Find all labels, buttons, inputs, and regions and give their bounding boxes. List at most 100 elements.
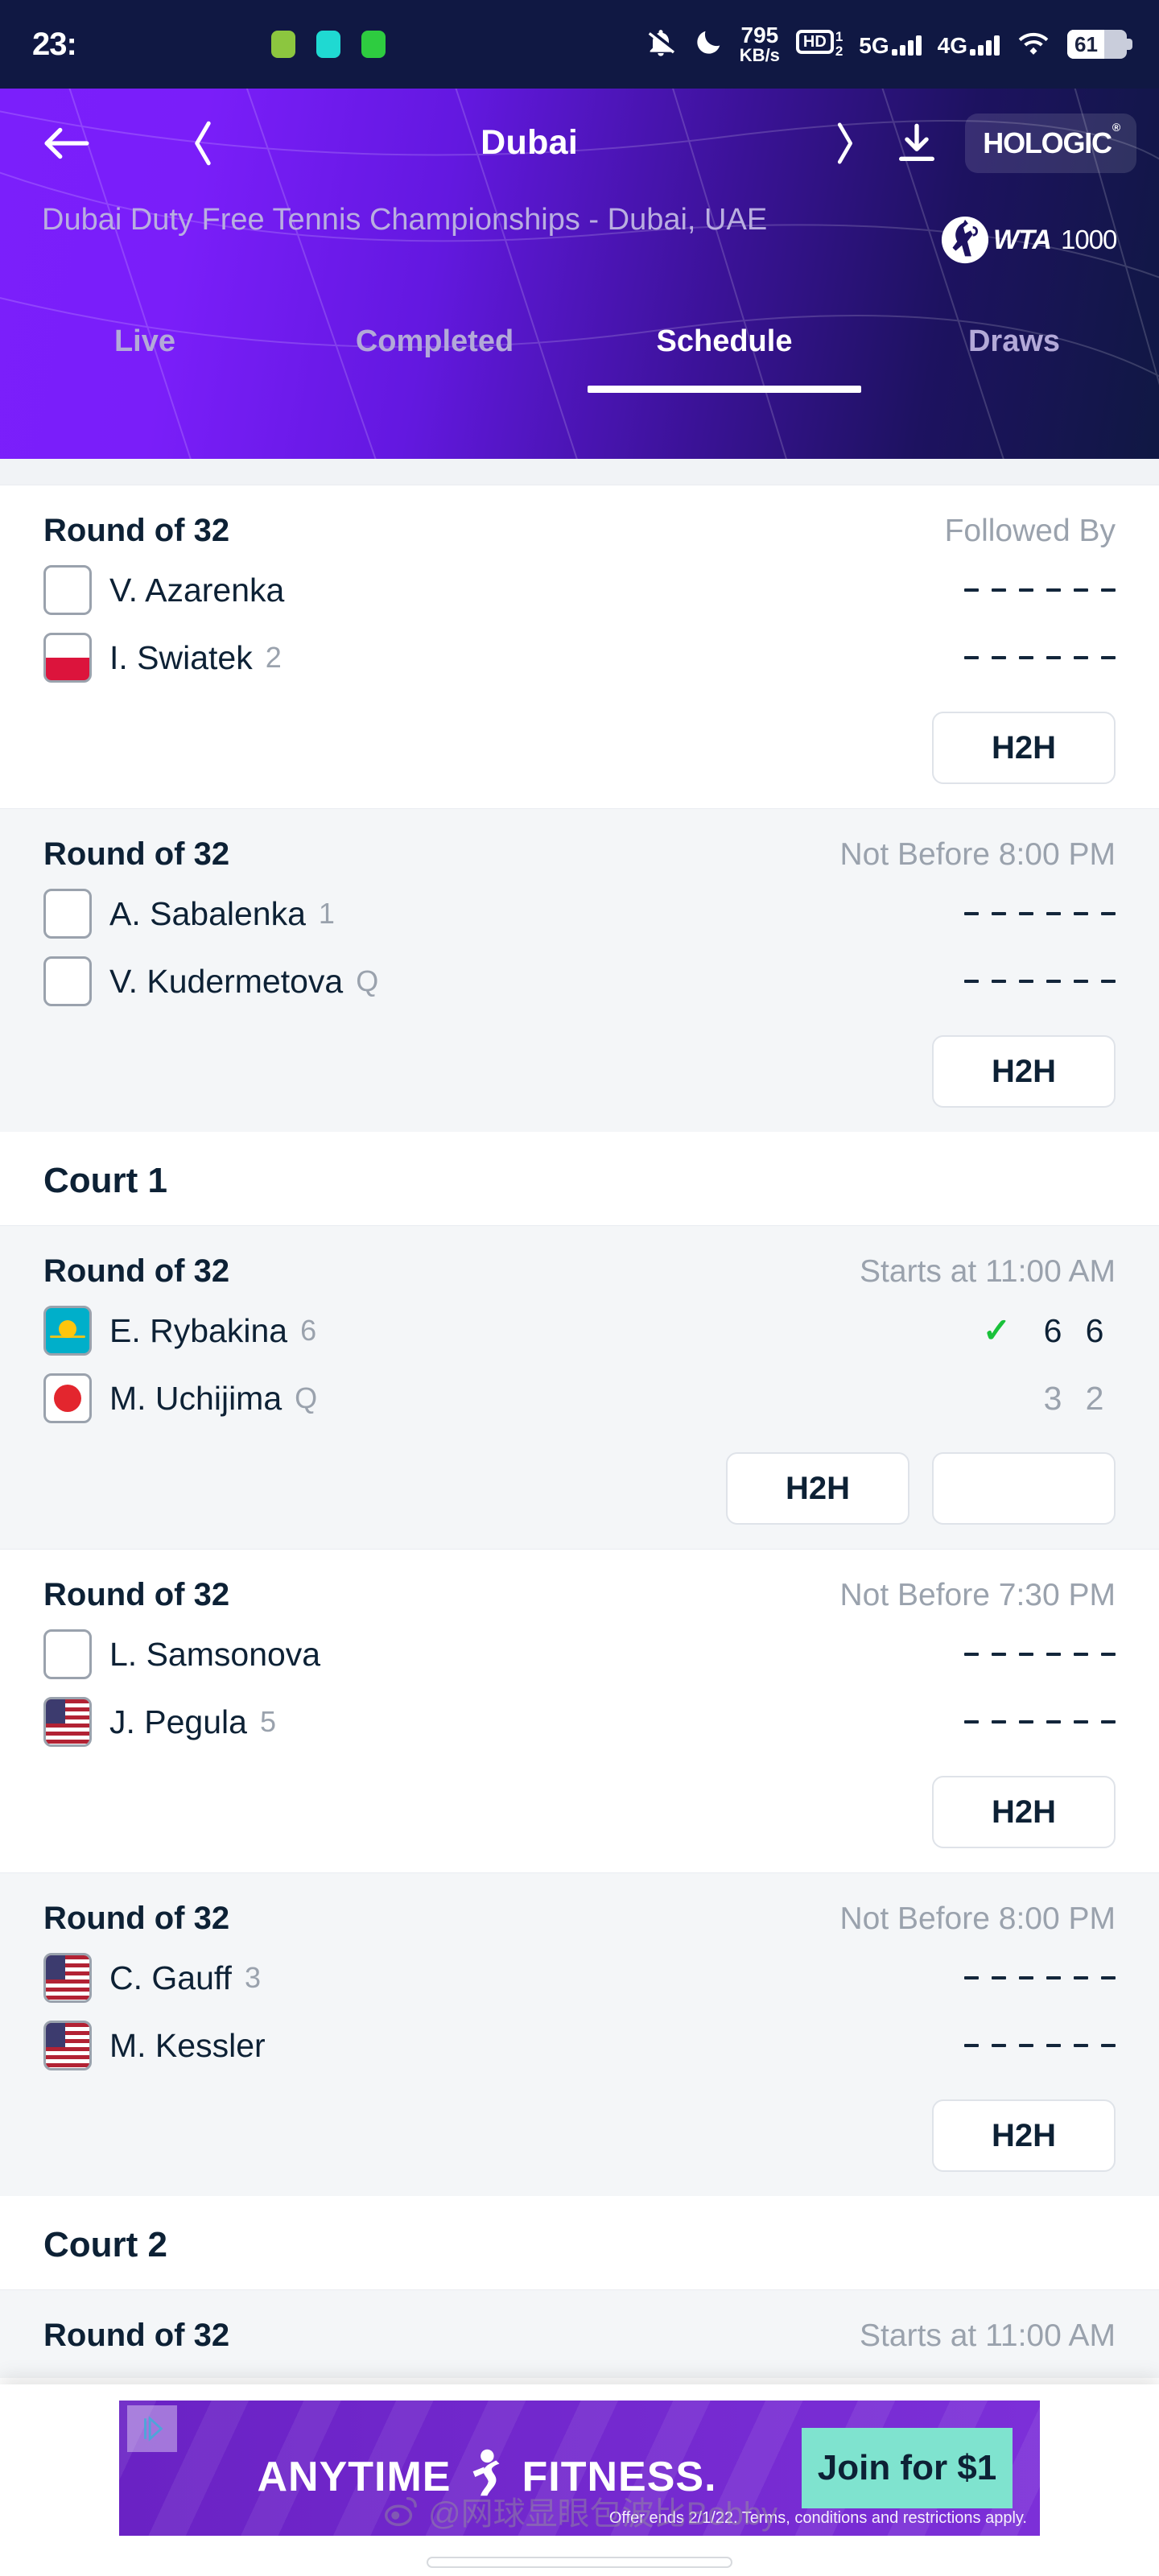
score-placeholder-dashes — [964, 1653, 1116, 1656]
set-score: 2 — [1085, 1379, 1104, 1417]
player-row[interactable]: C. Gauff 3 — [43, 1951, 1116, 2004]
nav-gesture-bar — [427, 2557, 732, 2568]
notification-badge-green — [270, 31, 295, 58]
match-time: Followed By — [944, 514, 1116, 548]
h2h-button[interactable]: H2H — [932, 2099, 1116, 2172]
secondary-action-button[interactable] — [932, 1452, 1116, 1525]
signal-sim2-icon: 4G — [938, 33, 1000, 56]
svg-text:WTA: WTA — [993, 225, 1051, 255]
tab-schedule[interactable]: Schedule — [580, 313, 869, 359]
wta-1000-logo: WTA 1000 — [940, 200, 1127, 265]
player-name: I. Swiatek — [109, 638, 253, 676]
schedule-list[interactable]: Round of 32 Followed By V. Azarenka I. S… — [0, 459, 1159, 2378]
player-row[interactable]: J. Pegula 5 — [43, 1695, 1116, 1748]
score-placeholder-dashes — [964, 1976, 1116, 1979]
set-score: 6 — [1043, 1311, 1062, 1349]
hd-call-icon: HD 1 2 — [795, 30, 843, 59]
match-round: Round of 32 — [43, 1577, 230, 1612]
court-header: Court 1 — [0, 1132, 1159, 1225]
match-card[interactable]: Round of 32 Starts at 11:00 AM — [0, 2289, 1159, 2378]
set-score: 3 — [1043, 1379, 1062, 1417]
player-row[interactable]: A. Sabalenka 1 — [43, 887, 1116, 940]
section-tabs: Live Completed Schedule Draws — [0, 302, 1159, 392]
battery-level: 61 — [1074, 31, 1098, 56]
tournament-header: Dubai HOLOGIC® Dubai Duty Free Tennis Ch… — [0, 89, 1159, 459]
match-card[interactable]: Round of 32 Not Before 8:00 PM A. Sabale… — [0, 808, 1159, 1132]
set-score: 6 — [1085, 1311, 1104, 1349]
chevron-right-icon[interactable] — [810, 120, 878, 167]
sponsor-trademark: ® — [1112, 120, 1120, 134]
player-seed: Q — [356, 964, 379, 997]
player-row[interactable]: V. Kudermetova Q — [43, 955, 1116, 1008]
do-not-disturb-moon-icon — [693, 27, 724, 62]
back-arrow-icon[interactable] — [23, 123, 111, 163]
watermark-text: @网球显眼包波比Bobby — [427, 2496, 778, 2532]
match-time: Not Before 8:00 PM — [839, 837, 1116, 872]
notification-badge-lime — [361, 31, 386, 58]
notification-icons — [12, 31, 645, 58]
player-seed: Q — [295, 1381, 318, 1414]
player-name: V. Azarenka — [109, 571, 285, 609]
network-speed-indicator: 795 KB/s — [740, 24, 780, 64]
placeholder-flag-icon — [43, 889, 92, 939]
player-seed: 6 — [300, 1314, 317, 1347]
match-time: Starts at 11:00 AM — [860, 1254, 1116, 1289]
score-placeholder-dashes — [964, 980, 1116, 983]
sponsor-name: HOLOGIC — [983, 126, 1112, 159]
winner-check-icon: ✓ — [982, 1311, 1011, 1349]
score-placeholder-dashes — [964, 912, 1116, 915]
battery-icon: 61 — [1067, 30, 1132, 59]
match-card[interactable]: Round of 32 Not Before 8:00 PM C. Gauff … — [0, 1872, 1159, 2196]
tab-draws[interactable]: Draws — [869, 313, 1159, 359]
player-row[interactable]: E. Rybakina 6 ✓ 6 6 — [43, 1304, 1116, 1357]
wta-wordmark: WTA 1000 — [993, 222, 1127, 258]
match-time: Not Before 8:00 PM — [839, 1901, 1116, 1936]
match-card[interactable]: Round of 32 Followed By V. Azarenka I. S… — [0, 485, 1159, 808]
player-seed: 5 — [259, 1705, 276, 1738]
notification-badge-cyan — [316, 31, 340, 58]
court-header: Court 2 — [0, 2196, 1159, 2289]
status-right-icons: 795 KB/s HD 1 2 5G 4G 61 — [645, 24, 1132, 64]
score-placeholder-dashes — [964, 588, 1116, 592]
match-round: Round of 32 — [43, 2318, 230, 2353]
ad-container: ANYTIME FITNESS. Offer ends 2/1/22. Term… — [0, 2384, 1159, 2576]
player-seed: 1 — [318, 897, 335, 930]
match-time: Not Before 7:30 PM — [839, 1578, 1116, 1612]
list-top-divider — [0, 459, 1159, 485]
player-name: L. Samsonova — [109, 1635, 321, 1673]
match-round: Round of 32 — [43, 513, 230, 548]
player-row[interactable]: M. Uchijima Q 3 2 — [43, 1372, 1116, 1425]
kazakhstan-flag-icon — [43, 1306, 92, 1356]
h2h-button[interactable]: H2H — [726, 1452, 909, 1525]
player-seed: 3 — [244, 1961, 261, 1994]
player-row[interactable]: M. Kessler — [43, 2019, 1116, 2072]
japan-flag-icon — [43, 1373, 92, 1423]
tab-live[interactable]: Live — [0, 313, 290, 359]
score-placeholder-dashes — [964, 1720, 1116, 1724]
usa-flag-icon — [43, 1697, 92, 1747]
chevron-left-icon[interactable] — [159, 118, 248, 168]
usa-flag-icon — [43, 2021, 92, 2070]
match-card[interactable]: Round of 32 Not Before 7:30 PM L. Samson… — [0, 1549, 1159, 1872]
adchoices-icon[interactable] — [127, 2405, 177, 2452]
h2h-button[interactable]: H2H — [932, 1776, 1116, 1848]
match-card[interactable]: Round of 32 Starts at 11:00 AM E. Rybaki… — [0, 1225, 1159, 1549]
h2h-button[interactable]: H2H — [932, 712, 1116, 784]
mute-icon — [645, 27, 677, 63]
hd-sim-2: 2 — [835, 43, 843, 59]
signal-sim1-icon: 5G — [859, 32, 922, 58]
download-icon[interactable] — [878, 120, 955, 167]
sim1-network-label: 5G — [859, 32, 889, 58]
network-speed-value: 795 — [740, 23, 779, 47]
player-name: A. Sabalenka — [109, 894, 306, 932]
player-row[interactable]: I. Swiatek 2 — [43, 631, 1116, 684]
wifi-icon — [1016, 27, 1051, 62]
player-row[interactable]: V. Azarenka — [43, 564, 1116, 617]
svg-text:1000: 1000 — [1061, 225, 1117, 254]
sponsor-logo-hologic[interactable]: HOLOGIC® — [965, 113, 1136, 173]
tab-completed[interactable]: Completed — [290, 313, 580, 359]
score-placeholder-dashes — [964, 656, 1116, 659]
player-row[interactable]: L. Samsonova — [43, 1628, 1116, 1681]
h2h-button[interactable]: H2H — [932, 1035, 1116, 1108]
tournament-subheader: Dubai Duty Free Tennis Championships - D… — [0, 197, 1159, 302]
